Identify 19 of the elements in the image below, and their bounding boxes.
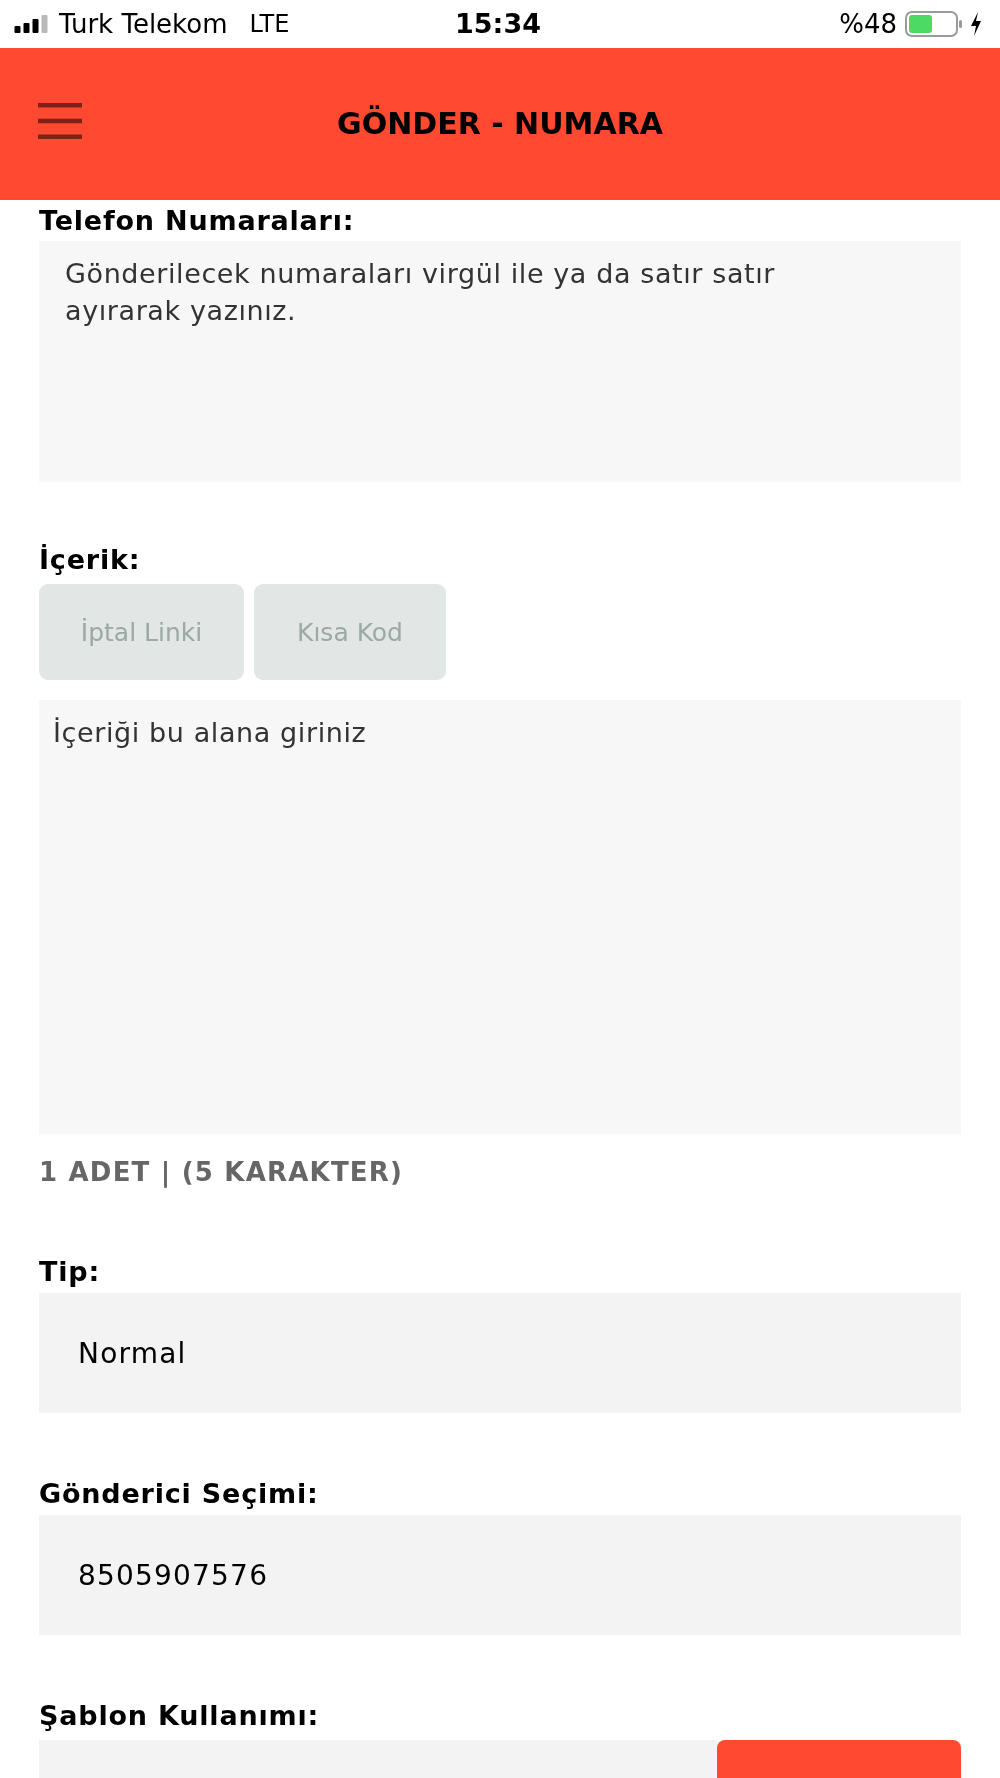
page-title: GÖNDER - NUMARA [337,106,663,142]
field-label: Gönderici Seçimi: [39,1478,319,1510]
battery-percent: %48 [839,9,897,39]
charging-bolt-icon [970,12,982,36]
signal-icon [14,15,49,33]
field-label: Şablon Kullanımı: [39,1700,320,1732]
clock-time: 15:34 [455,9,541,39]
sender-select[interactable]: 8505907576 [39,1515,961,1635]
menu-icon[interactable] [38,103,82,139]
network-type: LTE [249,9,290,39]
field-label: İçerik: [39,544,141,576]
field-label: Telefon Numaraları: [39,205,355,237]
battery-icon [905,11,963,37]
type-select[interactable]: Normal [39,1293,961,1413]
content-field[interactable]: İçeriği bu alana giriniz [39,700,961,1134]
carrier-name: Turk Telekom [59,9,228,39]
character-counter: 1 ADET | (5 KARAKTER) [39,1156,404,1188]
phone-numbers-field[interactable]: Gönderilecek numaraları virgül ile ya da satır satır ayırarak yazınız. [39,241,961,482]
field-label: Tip: [39,1256,100,1288]
